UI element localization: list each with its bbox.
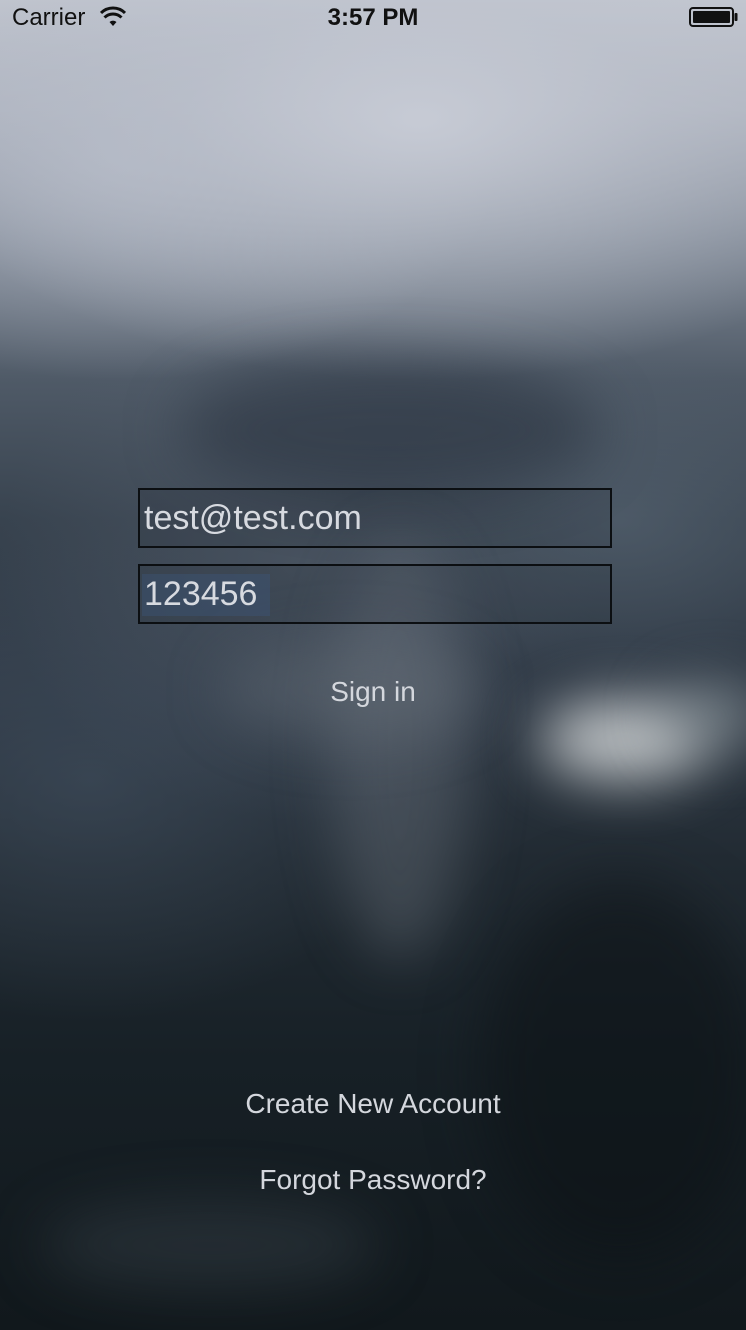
password-field[interactable]: [138, 564, 612, 624]
battery-icon: [689, 7, 738, 27]
email-input[interactable]: [140, 490, 610, 546]
status-bar: Carrier 3:57 PM: [0, 0, 746, 40]
clock: 3:57 PM: [327, 4, 419, 31]
email-field[interactable]: [138, 488, 612, 548]
forgot-password-button[interactable]: Forgot Password?: [0, 1164, 746, 1196]
password-input[interactable]: [140, 566, 610, 622]
sign-in-button[interactable]: Sign in: [0, 676, 746, 708]
blurred-background-image: [0, 0, 746, 1330]
create-new-account-button[interactable]: Create New Account: [0, 1088, 746, 1120]
